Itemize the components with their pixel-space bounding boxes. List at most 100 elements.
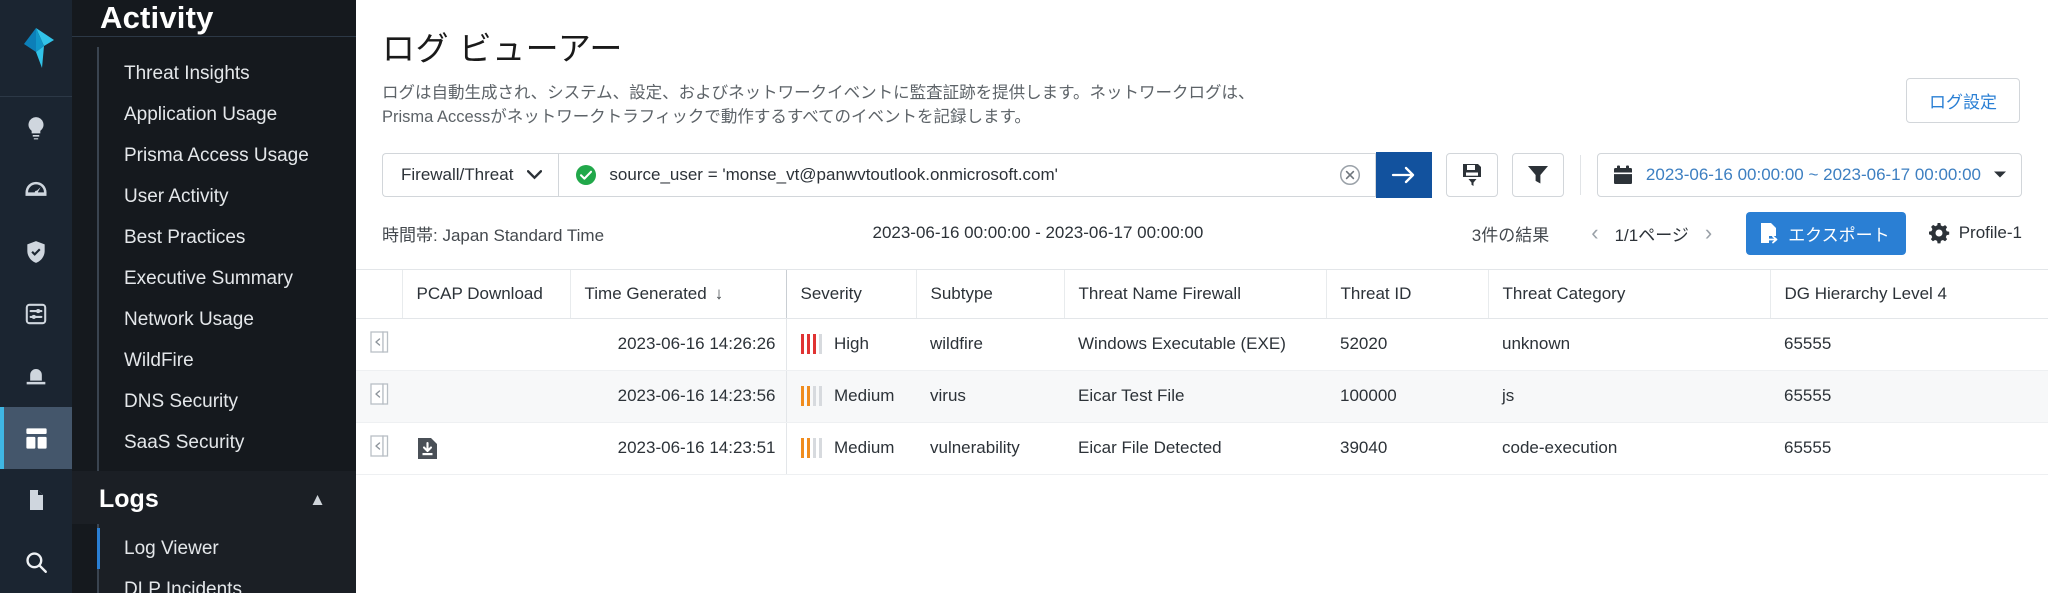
check-circle-icon: [575, 164, 597, 186]
subtype-cell: wildfire: [916, 318, 1064, 371]
export-button[interactable]: エクスポート: [1746, 211, 1906, 255]
page-title: ログ ビューアー: [382, 30, 623, 67]
sidebar-item-dns-security[interactable]: DNS Security: [99, 381, 356, 422]
page-header: ログ ビューアー ログは自動生成され、システム、設定、およびネットワークイベント…: [356, 0, 2048, 146]
chevron-up-icon: ▲: [309, 490, 326, 509]
logs-table-container: PCAP Download Time Generated ↓ Severity S…: [356, 268, 2048, 593]
severity-label: Medium: [834, 438, 895, 458]
column-header-threat-name-firewall[interactable]: Threat Name Firewall: [1063, 269, 1326, 319]
column-header-threat-id[interactable]: Threat ID: [1325, 269, 1488, 319]
expand-row-icon[interactable]: [370, 331, 389, 357]
run-query-button[interactable]: [1375, 151, 1432, 198]
column-header-subtype[interactable]: Subtype: [915, 269, 1064, 319]
date-range-selector[interactable]: 2023-06-16 00:00:00 ~ 2023-06-17 00:00:0…: [1596, 152, 2022, 197]
date-range-value: 2023-06-16 00:00:00 ~ 2023-06-17 00:00:0…: [1645, 164, 1981, 184]
policy-sliders-icon[interactable]: [0, 283, 72, 345]
clear-circle-icon[interactable]: [1339, 164, 1361, 186]
expand-row-icon[interactable]: [370, 383, 389, 409]
profile-label: Profile-1: [1958, 223, 2022, 243]
sidebar-section-logs[interactable]: Logs ▲: [72, 471, 356, 524]
gear-icon: [1928, 223, 1949, 244]
dg-hierarchy-cell: 65555: [1770, 318, 2048, 371]
sidebar-item-best-practices[interactable]: Best Practices: [99, 217, 356, 258]
chevron-down-icon: [527, 169, 543, 180]
threat-name-cell: Eicar Test File: [1064, 370, 1326, 423]
document-icon[interactable]: [0, 469, 72, 531]
threat-id-cell: 52020: [1326, 318, 1488, 371]
threat-name-cell: Windows Executable (EXE): [1064, 318, 1326, 371]
main-content: ログ ビューアー ログは自動生成され、システム、設定、およびネットワークイベント…: [356, 0, 2048, 593]
column-header-threat-category[interactable]: Threat Category: [1487, 269, 1770, 319]
page-indicator: 1/1ページ: [1614, 225, 1689, 245]
column-header-select: [356, 269, 402, 319]
nav-primary-group: Threat Insights Application Usage Prisma…: [72, 37, 356, 471]
save-filter-icon: [1462, 163, 1481, 186]
severity-label: High: [834, 334, 869, 354]
sidebar-item-saas-security[interactable]: SaaS Security: [99, 422, 356, 463]
pcap-download-cell[interactable]: [402, 422, 570, 475]
row-expand-cell[interactable]: [356, 422, 402, 475]
page-description: ログは自動生成され、システム、設定、およびネットワークイベントに監査証跡を提供し…: [382, 82, 1582, 130]
download-icon[interactable]: [416, 437, 560, 460]
threat-category-cell: code-execution: [1488, 422, 1770, 475]
query-input-field[interactable]: source_user = 'monse_vt@panwvtoutlook.on…: [558, 152, 1376, 197]
logs-table: PCAP Download Time Generated ↓ Severity S…: [356, 269, 2048, 475]
subtype-cell: vulnerability: [916, 422, 1064, 475]
search-icon[interactable]: [0, 531, 72, 593]
calendar-icon: [1613, 165, 1632, 184]
column-header-time-generated[interactable]: Time Generated ↓: [569, 269, 786, 319]
insights-icon[interactable]: [0, 97, 72, 159]
log-settings-button[interactable]: ログ設定: [1906, 78, 2020, 123]
table-row[interactable]: 2023-06-16 14:23:56 Medium virus Eicar Test…: [356, 370, 2048, 423]
sidebar-item-dlp-incidents[interactable]: DLP Incidents: [99, 569, 356, 593]
table-row[interactable]: 2023-06-16 14:23:51 Medium vulnerability Ei…: [356, 422, 2048, 475]
sidebar-item-application-usage[interactable]: Application Usage: [99, 94, 356, 135]
page-description-line-2: Prisma Accessがネットワークトラフィックで動作するすべてのイベントを…: [382, 107, 1031, 126]
threat-id-cell: 100000: [1326, 370, 1488, 423]
time-generated-cell: 2023-06-16 14:26:26: [570, 318, 786, 371]
column-header-dg-hierarchy-level-4[interactable]: DG Hierarchy Level 4: [1769, 269, 2048, 319]
log-type-selector[interactable]: Firewall/Threat: [382, 152, 559, 197]
activity-nav-panel: Activity Threat Insights Application Usa…: [72, 0, 356, 593]
chevron-right-icon[interactable]: ›: [1689, 222, 1728, 244]
sidebar-item-prisma-access-usage[interactable]: Prisma Access Usage: [99, 135, 356, 176]
sort-desc-icon: ↓: [714, 283, 724, 303]
pagination: ‹ 1/1ページ ›: [1575, 221, 1728, 246]
logs-table-head: PCAP Download Time Generated ↓ Severity S…: [356, 269, 2048, 319]
sidebar-item-threat-insights[interactable]: Threat Insights: [99, 53, 356, 94]
severity-bars-icon: [800, 334, 822, 355]
log-type-selector-label: Firewall/Threat: [401, 164, 514, 184]
results-toolbar: 時間帯: Japan Standard Time 2023-06-16 00:0…: [356, 208, 2048, 269]
dashboard-gauge-icon[interactable]: [0, 159, 72, 221]
chevron-down-icon: [1994, 171, 2006, 178]
table-header-row: PCAP Download Time Generated ↓ Severity S…: [356, 269, 2048, 319]
severity-label: Medium: [834, 386, 895, 406]
sidebar-item-log-viewer[interactable]: Log Viewer: [97, 528, 356, 569]
row-expand-cell[interactable]: [356, 318, 402, 371]
save-filter-button[interactable]: [1445, 152, 1498, 197]
sidebar-item-user-activity[interactable]: User Activity: [99, 176, 356, 217]
prisma-logo[interactable]: [0, 0, 72, 97]
sidebar-logs-items: Log Viewer DLP Incidents: [97, 524, 356, 593]
logs-table-body: 2023-06-16 14:26:26 High wildfire Windows E…: [356, 318, 2048, 475]
sidebar-item-executive-summary[interactable]: Executive Summary: [99, 258, 356, 299]
filter-button[interactable]: [1511, 152, 1564, 197]
range-label-wrap: 2023-06-16 00:00:00 - 2023-06-17 00:00:0…: [604, 223, 1472, 243]
sidebar-item-network-usage[interactable]: Network Usage: [99, 299, 356, 340]
profile-selector[interactable]: Profile-1: [1928, 222, 2022, 244]
page-description-line-1: ログは自動生成され、システム、設定、およびネットワークイベントに監査証跡を提供し…: [382, 84, 1255, 102]
column-header-pcap-download[interactable]: PCAP Download: [401, 269, 570, 319]
row-expand-cell[interactable]: [356, 370, 402, 423]
chevron-left-icon[interactable]: ‹: [1575, 222, 1614, 244]
table-row[interactable]: 2023-06-16 14:26:26 High wildfire Windows E…: [356, 318, 2048, 371]
expand-row-icon[interactable]: [370, 435, 389, 461]
shield-check-icon[interactable]: [0, 221, 72, 283]
sidebar-item-wildfire[interactable]: WildFire: [99, 340, 356, 381]
column-header-severity[interactable]: Severity: [785, 269, 916, 319]
activity-layout-icon[interactable]: [0, 407, 72, 469]
threat-category-cell: unknown: [1488, 318, 1770, 371]
incidents-alarm-icon[interactable]: [0, 345, 72, 407]
dg-hierarchy-cell: 65555: [1770, 422, 2048, 475]
severity-cell: Medium: [785, 422, 916, 475]
timezone-label: 時間帯: Japan Standard Time: [382, 225, 605, 245]
